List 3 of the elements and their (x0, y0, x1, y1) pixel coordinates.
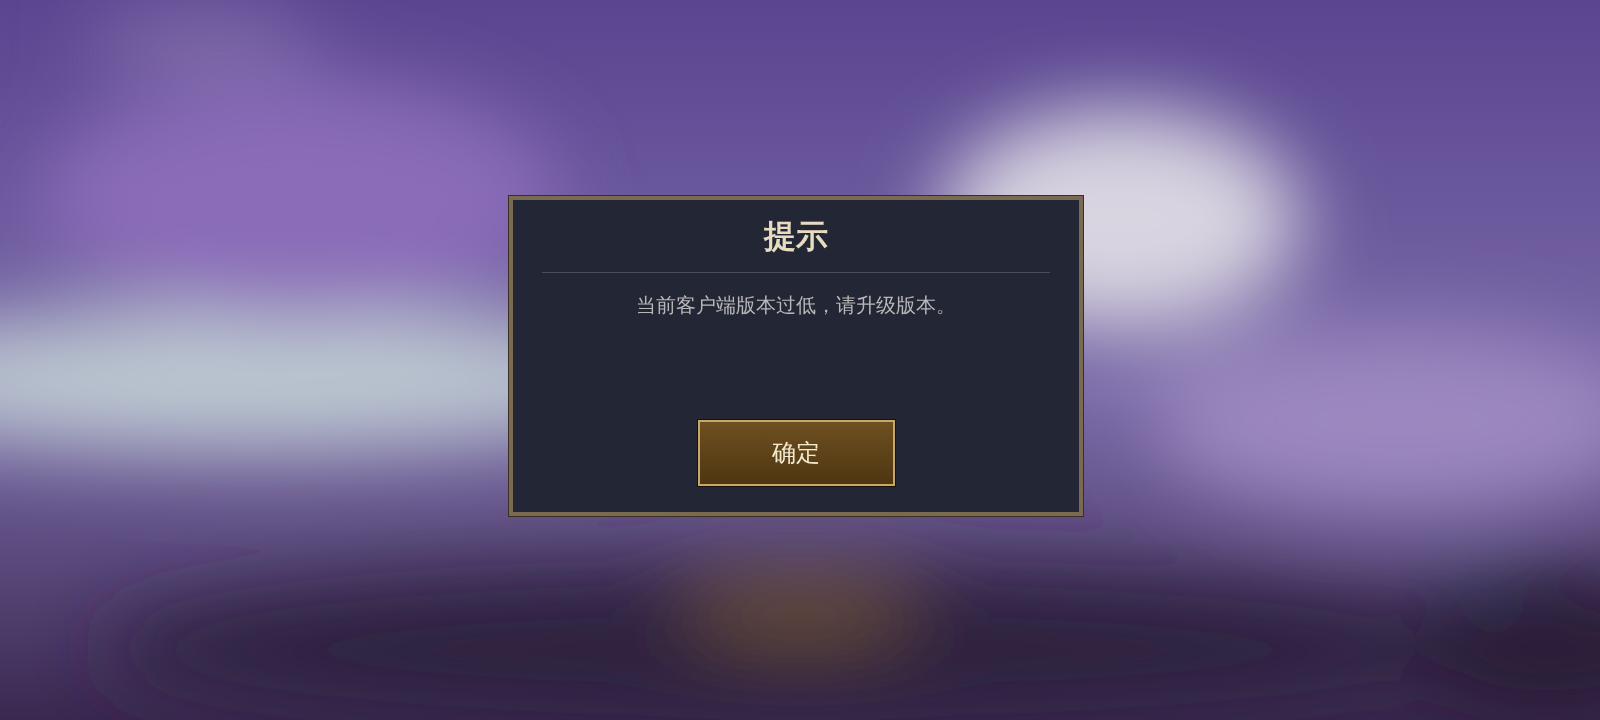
dialog-message: 当前客户端版本过低，请升级版本。 (636, 292, 956, 319)
dialog-title: 提示 (764, 216, 828, 256)
confirm-button[interactable]: 确定 (697, 420, 895, 486)
